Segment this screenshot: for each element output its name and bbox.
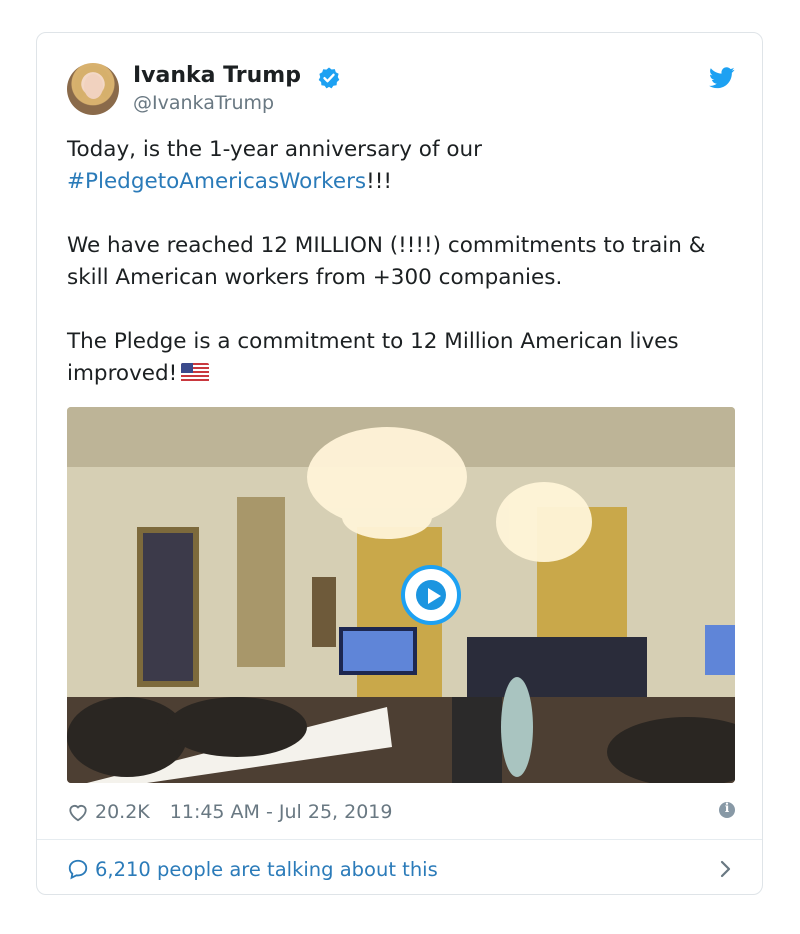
avatar[interactable] [67, 63, 119, 115]
heart-icon[interactable] [67, 802, 89, 822]
hashtag-suffix: !!! [366, 169, 392, 194]
author-name[interactable]: Ivanka Trump [133, 63, 301, 88]
twitter-bird-icon[interactable] [709, 67, 735, 89]
chevron-right-icon [720, 860, 731, 878]
author-handle[interactable]: @IvankaTrump [133, 92, 274, 114]
info-icon[interactable] [719, 801, 735, 818]
us-flag-emoji [181, 363, 210, 383]
tweet-paragraph-1: Today, is the 1-year anniversary of our #… [67, 134, 747, 198]
tweet-paragraph-2: We have reached 12 MILLION (!!!!) commit… [67, 233, 706, 290]
tweet-paragraph-3-text: The Pledge is a commitment to 12 Million… [67, 329, 679, 386]
tweet-paragraph-3: The Pledge is a commitment to 12 Million… [67, 326, 747, 390]
like-count[interactable]: 20.2K [95, 801, 150, 823]
conversation-label: 6,210 people are talking about this [95, 857, 438, 881]
tweet-card: Ivanka Trump @IvankaTrump Today, is the … [36, 32, 763, 895]
verified-badge-icon [318, 67, 340, 89]
timestamp[interactable]: 11:45 AM - Jul 25, 2019 [170, 801, 393, 823]
hashtag-link[interactable]: #PledgetoAmericasWorkers [67, 169, 366, 194]
conversation-link[interactable]: 6,210 people are talking about this [67, 855, 735, 883]
divider [37, 839, 762, 840]
tweet-text: Today, is the 1-year anniversary of our #… [67, 134, 747, 390]
play-icon[interactable] [401, 565, 461, 625]
tweet-meta: 20.2K 11:45 AM - Jul 25, 2019 [67, 799, 735, 825]
video-thumbnail[interactable] [67, 407, 735, 783]
tweet-line-1: Today, is the 1-year anniversary of our [67, 137, 482, 162]
avatar-face [84, 74, 103, 99]
speech-bubble-icon [68, 859, 88, 880]
